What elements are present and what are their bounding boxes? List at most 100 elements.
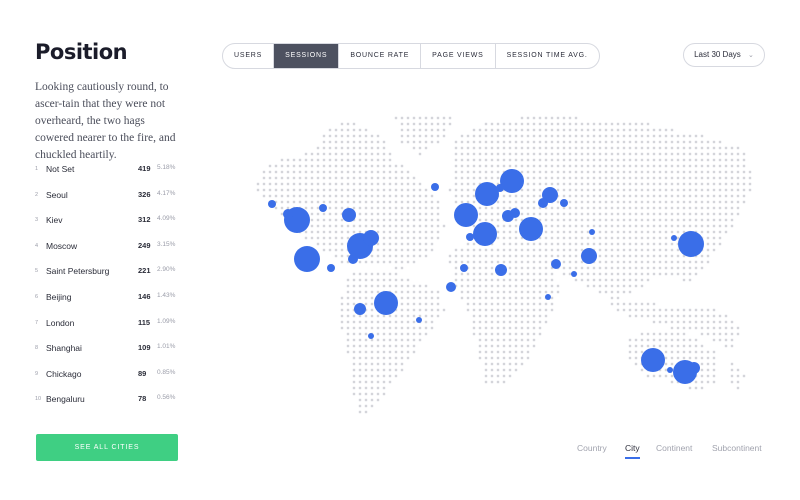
map-dot bbox=[418, 218, 422, 222]
map-dot bbox=[364, 344, 368, 348]
location-bubble[interactable] bbox=[510, 208, 520, 218]
location-bubble[interactable] bbox=[416, 317, 422, 323]
geo-tab-subcontinent[interactable]: Subcontinent bbox=[712, 443, 762, 453]
see-all-cities-button[interactable]: SEE ALL CITIES bbox=[36, 434, 178, 461]
location-bubble[interactable] bbox=[688, 362, 700, 374]
location-bubble[interactable] bbox=[589, 229, 595, 235]
location-bubble[interactable] bbox=[678, 231, 704, 257]
map-dot bbox=[394, 368, 398, 372]
location-bubble[interactable] bbox=[475, 182, 499, 206]
location-bubble[interactable] bbox=[571, 271, 577, 277]
location-bubble[interactable] bbox=[502, 210, 514, 222]
map-dot bbox=[514, 242, 518, 246]
map-dot bbox=[496, 188, 500, 192]
map-dot bbox=[676, 170, 680, 174]
location-bubble[interactable] bbox=[446, 282, 456, 292]
map-dot bbox=[628, 266, 632, 270]
location-bubble[interactable] bbox=[542, 187, 558, 203]
map-dot bbox=[724, 176, 728, 180]
geo-tab-city[interactable]: City bbox=[625, 443, 640, 459]
map-dot bbox=[562, 230, 566, 234]
map-dot bbox=[706, 206, 710, 210]
location-bubble[interactable] bbox=[431, 183, 439, 191]
map-dot bbox=[448, 254, 452, 258]
map-dot bbox=[364, 368, 368, 372]
location-bubble[interactable] bbox=[374, 291, 398, 315]
location-bubble[interactable] bbox=[495, 264, 507, 276]
location-bubble[interactable] bbox=[581, 248, 597, 264]
map-dot bbox=[424, 134, 428, 138]
map-dot bbox=[574, 218, 578, 222]
location-bubble[interactable] bbox=[641, 348, 665, 372]
tab-sessions[interactable]: SESSIONS bbox=[274, 44, 340, 68]
map-dot bbox=[538, 308, 542, 312]
location-bubble[interactable] bbox=[538, 198, 548, 208]
tab-bounce-rate[interactable]: BOUNCE RATE bbox=[339, 44, 422, 68]
tab-page-views[interactable]: PAGE VIEWS bbox=[421, 44, 496, 68]
map-dot bbox=[616, 218, 620, 222]
map-dot bbox=[388, 152, 392, 156]
map-dot bbox=[550, 176, 554, 180]
location-bubble[interactable] bbox=[363, 230, 379, 246]
map-dot bbox=[394, 326, 398, 330]
location-bubble[interactable] bbox=[347, 233, 373, 259]
map-dot bbox=[652, 134, 656, 138]
map-dot bbox=[694, 272, 698, 276]
map-dot bbox=[412, 296, 416, 300]
tab-session-time-avg[interactable]: SESSION TIME AVG. bbox=[496, 44, 599, 68]
map-dot bbox=[376, 164, 380, 168]
location-bubble[interactable] bbox=[473, 222, 497, 246]
location-bubble[interactable] bbox=[283, 209, 293, 219]
map-dot bbox=[364, 308, 368, 312]
location-bubble[interactable] bbox=[342, 208, 356, 222]
location-bubble[interactable] bbox=[327, 264, 335, 272]
tab-users[interactable]: USERS bbox=[223, 44, 275, 68]
location-bubble[interactable] bbox=[673, 360, 697, 384]
map-dot bbox=[520, 116, 524, 120]
location-bubble[interactable] bbox=[466, 233, 474, 241]
location-bubble[interactable] bbox=[368, 333, 374, 339]
map-dot bbox=[658, 194, 662, 198]
map-dot bbox=[304, 200, 308, 204]
map-dot bbox=[478, 344, 482, 348]
map-dot bbox=[616, 302, 620, 306]
map-dot bbox=[394, 176, 398, 180]
date-range-dropdown[interactable]: Last 30 Days ⌄ bbox=[683, 43, 765, 67]
map-dot bbox=[472, 278, 476, 282]
geo-tab-country[interactable]: Country bbox=[577, 443, 607, 453]
location-bubble[interactable] bbox=[294, 246, 320, 272]
location-bubble[interactable] bbox=[284, 207, 310, 233]
location-bubble[interactable] bbox=[560, 199, 568, 207]
location-bubble[interactable] bbox=[545, 294, 551, 300]
map-dot bbox=[496, 218, 500, 222]
location-bubble[interactable] bbox=[268, 200, 276, 208]
map-dot bbox=[340, 212, 344, 216]
location-bubble[interactable] bbox=[496, 184, 504, 192]
map-dot bbox=[724, 230, 728, 234]
location-bubble[interactable] bbox=[454, 203, 478, 227]
map-dot bbox=[334, 242, 338, 246]
location-bubble[interactable] bbox=[319, 204, 327, 212]
location-bubble[interactable] bbox=[460, 264, 468, 272]
map-dot bbox=[484, 122, 488, 126]
location-bubble[interactable] bbox=[667, 367, 673, 373]
location-bubble[interactable] bbox=[354, 303, 366, 315]
map-dot bbox=[538, 272, 542, 276]
location-bubble[interactable] bbox=[671, 235, 677, 241]
map-dot bbox=[358, 290, 362, 294]
map-dot bbox=[604, 266, 608, 270]
map-dot bbox=[700, 368, 704, 372]
geo-tab-continent[interactable]: Continent bbox=[656, 443, 692, 453]
map-dot bbox=[298, 170, 302, 174]
map-dot bbox=[664, 308, 668, 312]
map-dot bbox=[694, 158, 698, 162]
location-bubble[interactable] bbox=[551, 259, 561, 269]
map-dot bbox=[604, 176, 608, 180]
map-dot bbox=[472, 248, 476, 252]
map-dot bbox=[514, 182, 518, 186]
location-bubble[interactable] bbox=[500, 169, 524, 193]
map-dot bbox=[616, 140, 620, 144]
map-dot bbox=[520, 254, 524, 258]
location-bubble[interactable] bbox=[519, 217, 543, 241]
location-bubble[interactable] bbox=[348, 254, 358, 264]
